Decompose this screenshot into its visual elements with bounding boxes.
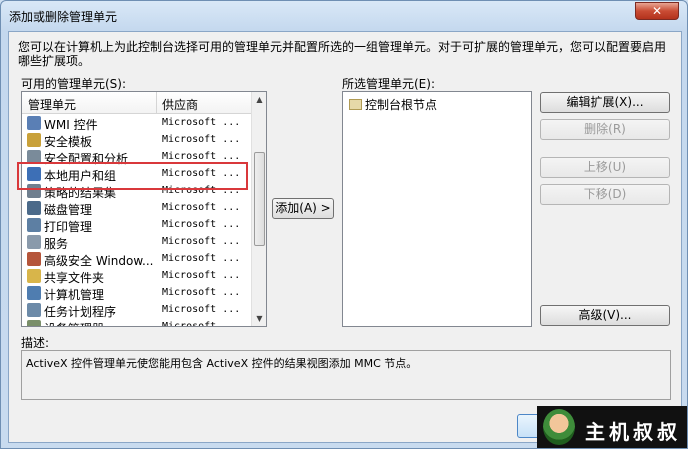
description-label: 描述: (21, 336, 50, 350)
snapin-icon (27, 184, 41, 198)
scroll-up-arrow-icon[interactable]: ▲ (252, 92, 266, 107)
snapin-name: 本地用户和组 (44, 169, 117, 183)
list-item[interactable]: 服务 Microsoft ... (22, 234, 252, 251)
snapin-vendor: Microsoft ... (162, 168, 241, 179)
snapin-name: 高级安全 Window... (44, 254, 154, 268)
add-button[interactable]: 添加(A) > (272, 198, 334, 219)
snapin-icon (27, 167, 41, 181)
snapin-icon (27, 286, 41, 300)
snapin-vendor: Microsoft ... (162, 219, 241, 230)
list-item[interactable]: 设备管理器 Microsoft ... (22, 319, 252, 327)
snapin-icon (27, 218, 41, 232)
scroll-thumb[interactable] (254, 152, 265, 246)
root-node-label: 控制台根节点 (365, 98, 438, 112)
snapin-icon (27, 252, 41, 266)
list-item[interactable]: 安全配置和分析 Microsoft ... (22, 149, 252, 166)
dialog-window: 添加或删除管理单元 ✕ 您可以在计算机上为此控制台选择可用的管理单元并配置所选的… (0, 0, 688, 449)
selected-label: 所选管理单元(E): (342, 77, 435, 91)
list-item[interactable]: 打印管理 Microsoft ... (22, 217, 252, 234)
dialog-body: 您可以在计算机上为此控制台选择可用的管理单元并配置所选的一组管理单元。对于可扩展… (8, 31, 682, 443)
snapin-icon (27, 269, 41, 283)
snapin-vendor: Microsoft ... (162, 304, 241, 315)
list-item[interactable]: 共享文件夹 Microsoft ... (22, 268, 252, 285)
snapin-icon (27, 150, 41, 164)
snapin-name: 安全模板 (44, 135, 93, 149)
list-item[interactable]: 本地用户和组 Microsoft ... (22, 166, 252, 183)
move-up-button[interactable]: 上移(U) (540, 157, 670, 178)
snapin-name: WMI 控件 (44, 118, 98, 132)
close-button[interactable]: ✕ (635, 2, 679, 20)
snapin-icon (27, 201, 41, 215)
description-box: ActiveX 控件管理单元使您能用包含 ActiveX 控件的结果视图添加 M… (21, 350, 671, 400)
available-label: 可用的管理单元(S): (21, 77, 127, 91)
edit-extensions-button[interactable]: 编辑扩展(X)... (540, 92, 670, 113)
snapin-name: 任务计划程序 (44, 305, 117, 319)
column-header-vendor[interactable]: 供应商 (162, 96, 198, 113)
selected-snapins-list[interactable]: 控制台根节点 (342, 91, 532, 327)
column-header-name[interactable]: 管理单元 (28, 96, 76, 113)
snapin-name: 服务 (44, 237, 69, 251)
list-item[interactable]: 安全模板 Microsoft ... (22, 132, 252, 149)
snapin-vendor: Microsoft ... (162, 270, 241, 281)
snapin-vendor: Microsoft ... (162, 117, 241, 128)
snapin-icon (27, 133, 41, 147)
snapin-name: 安全配置和分析 (44, 152, 129, 166)
snapin-icon (27, 320, 41, 326)
folder-icon (349, 99, 362, 110)
snapin-name: 共享文件夹 (44, 271, 105, 285)
watermark-logo: 主机叔叔 (537, 406, 687, 448)
advanced-button[interactable]: 高级(V)... (540, 305, 670, 326)
list-item[interactable]: 磁盘管理 Microsoft ... (22, 200, 252, 217)
scroll-down-arrow-icon[interactable]: ▼ (252, 311, 266, 326)
watermark-text: 主机叔叔 (585, 420, 681, 444)
snapin-icon (27, 116, 41, 130)
snapin-icon (27, 303, 41, 317)
move-down-button[interactable]: 下移(D) (540, 184, 670, 205)
snapin-name: 磁盘管理 (44, 203, 93, 217)
snapin-name: 策略的结果集 (44, 186, 117, 200)
snapin-name: 设备管理器 (44, 320, 104, 326)
list-item[interactable]: 计算机管理 Microsoft ... (22, 285, 252, 302)
available-snapins-list[interactable]: 管理单元 供应商 WMI 控件 Microsoft ... 安全模板 Microsof… (21, 91, 267, 327)
snapin-vendor: Microsoft ... (162, 236, 241, 247)
snapin-vendor: Microsoft ... (162, 202, 241, 213)
list-item[interactable]: WMI 控件 Microsoft ... (22, 115, 252, 132)
snapin-vendor: Microsoft ... (162, 287, 241, 298)
title-bar[interactable]: 添加或删除管理单元 ✕ (1, 1, 687, 31)
list-item[interactable]: 策略的结果集 Microsoft ... (22, 183, 252, 200)
snapin-name: 打印管理 (44, 220, 93, 234)
snapin-vendor: Microsoft ... (162, 185, 241, 196)
snapin-vendor: Microsoft ... (162, 253, 241, 264)
list-item[interactable]: 任务计划程序 Microsoft ... (22, 302, 252, 319)
remove-button[interactable]: 删除(R) (540, 119, 670, 140)
snapin-vendor: Microsoft ... (162, 134, 241, 145)
intro-text: 您可以在计算机上为此控制台选择可用的管理单元并配置所选的一组管理单元。对于可扩展… (18, 40, 667, 68)
list-scrollbar[interactable]: ▲ ▼ (251, 92, 266, 326)
tree-node-root[interactable]: 控制台根节点 (349, 96, 437, 113)
list-rows: WMI 控件 Microsoft ... 安全模板 Microsoft ... 安全配置… (22, 115, 252, 327)
column-separator[interactable] (156, 92, 157, 114)
description-text: ActiveX 控件管理单元使您能用包含 ActiveX 控件的结果视图添加 M… (26, 357, 418, 370)
mascot-avatar-icon (543, 409, 575, 445)
snapin-name: 计算机管理 (44, 288, 105, 302)
snapin-vendor: Microsoft ... (162, 151, 241, 162)
list-header: 管理单元 供应商 (22, 92, 252, 114)
snapin-icon (27, 235, 41, 249)
window-title: 添加或删除管理单元 (9, 10, 118, 24)
list-item[interactable]: 高级安全 Window... Microsoft ... (22, 251, 252, 268)
snapin-vendor: Microsoft ... (162, 321, 241, 327)
